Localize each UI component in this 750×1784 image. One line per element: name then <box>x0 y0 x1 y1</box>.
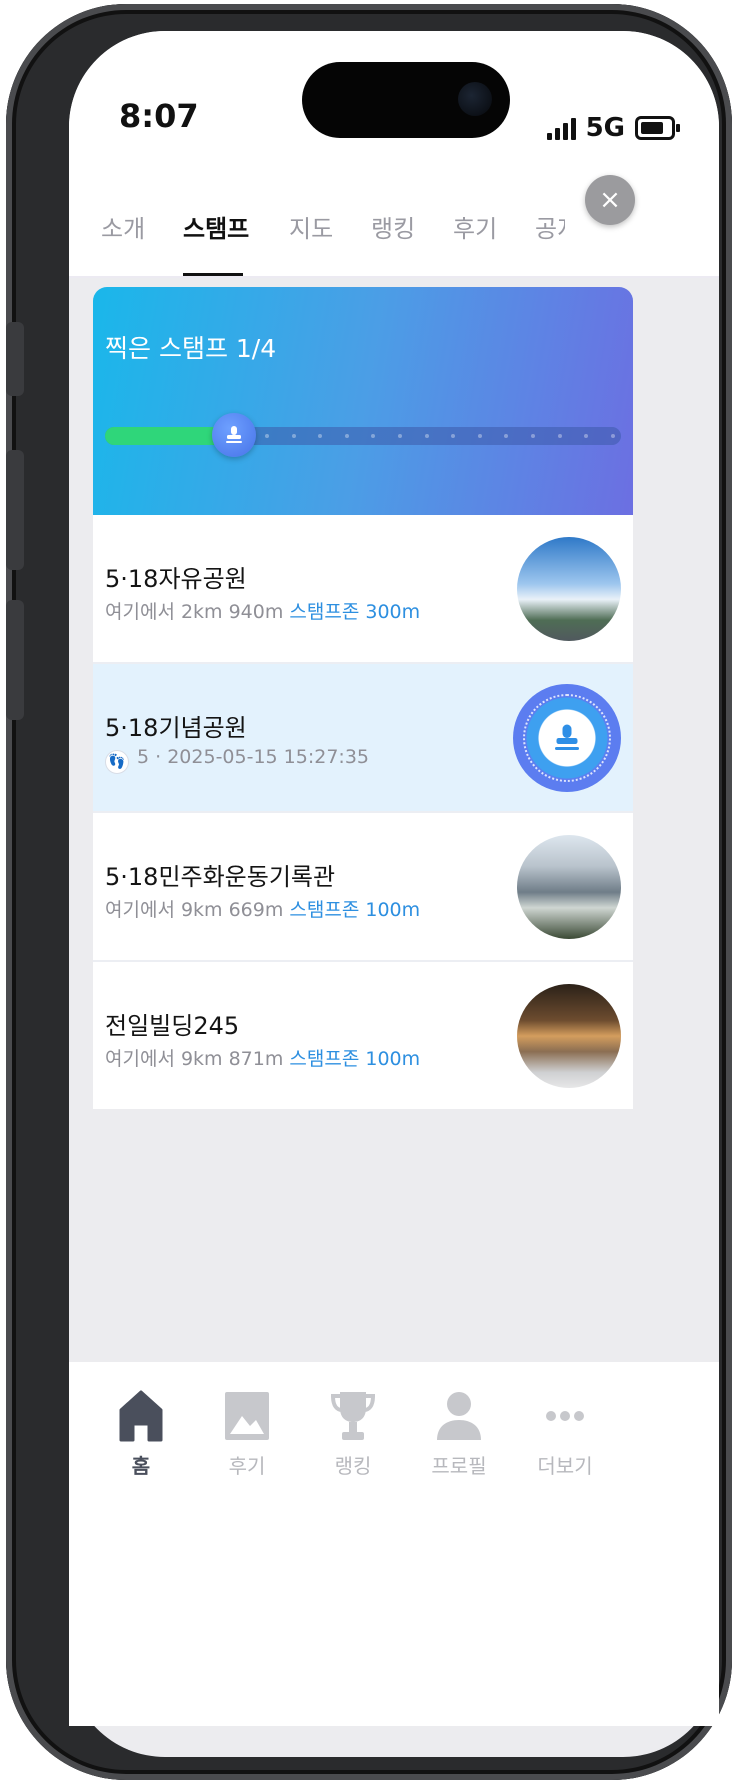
image-icon <box>225 1392 269 1440</box>
distance-text: 여기에서 2km 940m <box>105 601 284 623</box>
nav-ranking[interactable]: 랭킹 <box>303 1390 403 1479</box>
nav-label: 랭킹 <box>334 1454 372 1478</box>
tab-ranking[interactable]: 랭킹 <box>371 209 415 244</box>
stamp-count-title: 찍은 스탬프 1/4 <box>105 334 277 363</box>
trophy-icon <box>330 1392 376 1440</box>
close-button[interactable]: × <box>585 175 635 225</box>
nav-more[interactable]: 더보기 <box>515 1390 615 1479</box>
camera-lens <box>458 82 492 116</box>
place-photo <box>517 537 621 641</box>
status-time: 8:07 <box>119 97 199 135</box>
collected-stamp-badge <box>513 684 621 792</box>
place-distance: 여기에서 2km 940m 스탬프존 300m <box>105 597 420 624</box>
nav-label: 후기 <box>228 1454 266 1478</box>
volume-up-button <box>6 450 24 570</box>
visit-count: 5 <box>137 746 150 768</box>
home-icon <box>119 1390 163 1442</box>
place-photo <box>517 835 621 939</box>
footprint-icon: 👣 <box>105 750 129 774</box>
list-item[interactable]: 5·18자유공원 여기에서 2km 940m 스탬프존 300m <box>93 515 633 664</box>
active-tab-indicator <box>183 273 243 276</box>
distance-text: 여기에서 9km 669m <box>105 899 284 921</box>
progress-dots <box>265 434 615 438</box>
tab-stamp[interactable]: 스탬프 <box>183 209 249 244</box>
stamp-progress-bar <box>105 413 621 457</box>
place-name: 5·18민주화운동기록관 <box>105 863 336 891</box>
nav-label: 더보기 <box>537 1454 593 1478</box>
list-item[interactable]: 5·18민주화운동기록관 여기에서 9km 669m 스탬프존 100m <box>93 813 633 962</box>
place-distance: 여기에서 9km 669m 스탬프존 100m <box>105 895 420 922</box>
stamp-zone-text: 스탬프존 100m <box>289 1048 421 1070</box>
nav-reviews[interactable]: 후기 <box>197 1390 297 1479</box>
tab-notice[interactable]: 공지 <box>535 209 565 244</box>
volume-down-button <box>6 600 24 720</box>
network-label: 5G <box>585 113 625 143</box>
tab-reviews[interactable]: 후기 <box>453 209 497 244</box>
tab-map[interactable]: 지도 <box>289 209 333 244</box>
bottom-navigation: 홈 후기 랭킹 프로필 더보기 <box>69 1362 719 1726</box>
signal-icon <box>546 116 576 140</box>
stamp-place-list: 5·18자유공원 여기에서 2km 940m 스탬프존 300m 5·18기념공… <box>93 515 633 1109</box>
nav-label: 프로필 <box>431 1454 487 1478</box>
list-item[interactable]: 5·18기념공원 👣 5 · 2025-05-15 15:27:35 <box>93 664 633 813</box>
nav-profile[interactable]: 프로필 <box>409 1390 509 1479</box>
place-name: 5·18자유공원 <box>105 565 247 593</box>
place-name: 전일빌딩245 <box>105 1012 240 1040</box>
stamp-progress-card: 찍은 스탬프 1/4 <box>93 287 633 515</box>
more-icon <box>546 1411 584 1421</box>
nav-label: 홈 <box>131 1454 151 1478</box>
dynamic-island <box>302 62 510 138</box>
status-indicators: 5G <box>546 113 680 143</box>
place-name: 5·18기념공원 <box>105 714 247 742</box>
place-distance: 여기에서 9km 871m 스탬프존 100m <box>105 1044 420 1071</box>
stamp-zone-text: 스탬프존 300m <box>289 601 421 623</box>
battery-icon <box>635 116 680 140</box>
stamp-icon <box>226 426 242 443</box>
profile-icon <box>437 1392 481 1440</box>
place-photo <box>517 984 621 1088</box>
visit-info: 👣 5 · 2025-05-15 15:27:35 <box>105 746 369 774</box>
list-item[interactable]: 전일빌딩245 여기에서 9km 871m 스탬프존 100m <box>93 962 633 1109</box>
stamp-zone-text: 스탬프존 100m <box>289 899 421 921</box>
distance-text: 여기에서 9km 871m <box>105 1048 284 1070</box>
close-icon: × <box>599 185 621 215</box>
visit-time: · 2025-05-15 15:27:35 <box>155 746 370 768</box>
nav-home[interactable]: 홈 <box>91 1390 191 1479</box>
tab-intro[interactable]: 소개 <box>101 209 145 244</box>
stamp-progress-knob <box>212 413 256 457</box>
action-button <box>6 322 24 396</box>
